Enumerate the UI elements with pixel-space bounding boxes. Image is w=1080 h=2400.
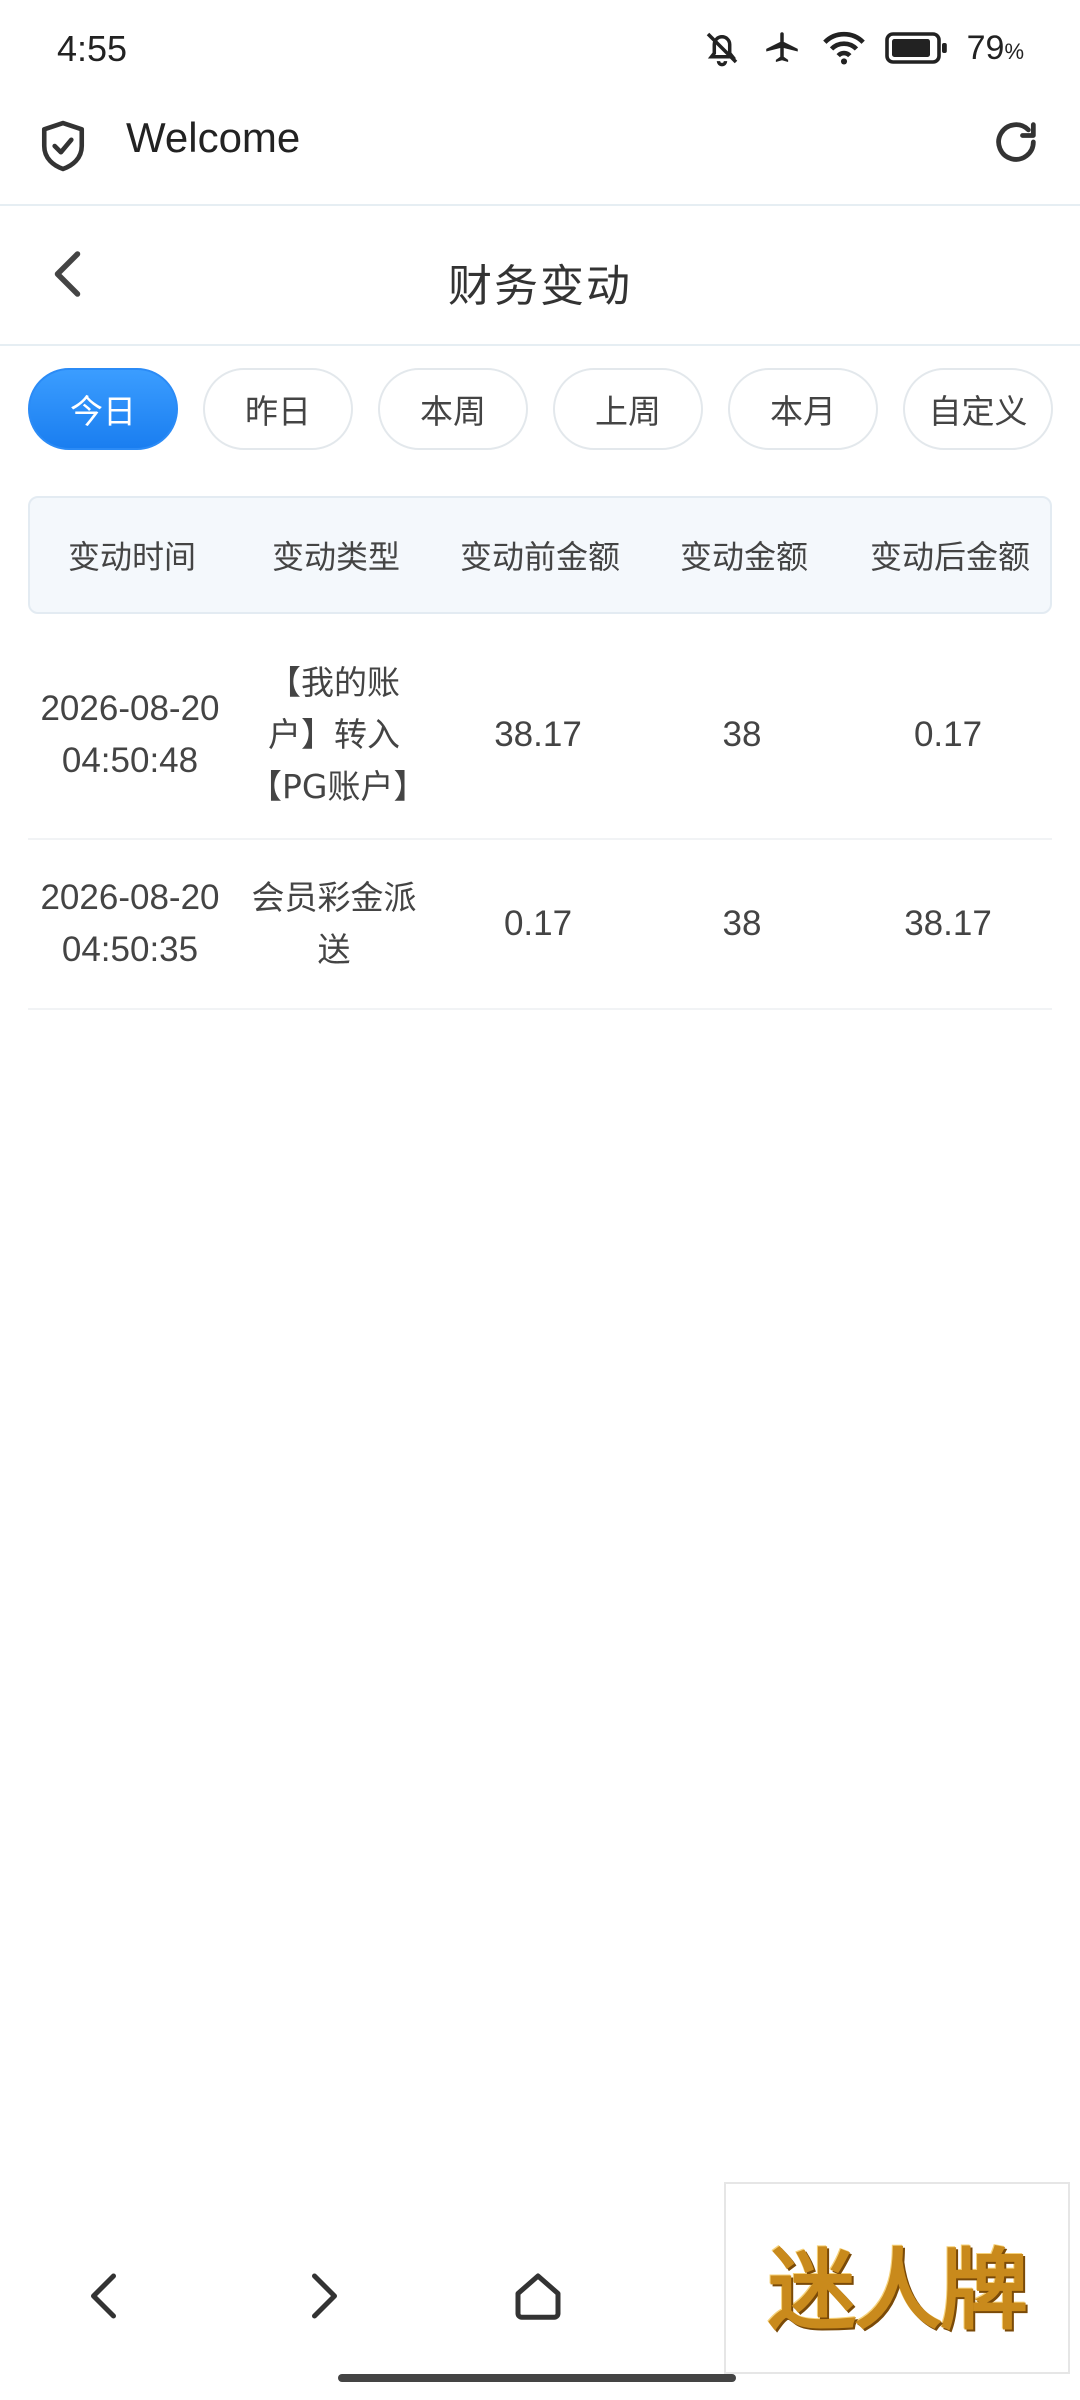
nav-forward-button[interactable] [292, 2266, 352, 2326]
column-header-type: 变动类型 [271, 538, 400, 576]
wifi-icon [821, 28, 867, 68]
mute-bell-icon [701, 27, 743, 69]
status-bar: 4:55 79% [0, 0, 1080, 100]
cell-before: 0.17 [503, 904, 573, 943]
cell-after: 38.17 [904, 904, 992, 943]
filter-this-month[interactable]: 本月 [728, 368, 878, 450]
column-header-time: 变动时间 [67, 538, 196, 576]
column-header-amount: 变动金额 [679, 538, 808, 576]
browser-bar: Welcome [0, 100, 1080, 204]
cell-before: 38.17 [494, 715, 582, 754]
cell-amount: 38 [722, 904, 762, 943]
airplane-icon [761, 27, 803, 69]
table-header: 变动时间 变动类型 变动前金额 变动金额 变动后金额 [28, 496, 1052, 614]
filter-custom[interactable]: 自定义 [903, 368, 1053, 450]
browser-title: Welcome [126, 114, 301, 161]
cell-time: 2026-08-20 04:50:35 [40, 878, 220, 969]
nav-back-button[interactable] [76, 2266, 136, 2326]
table-row[interactable]: 2026-08-20 04:50:48 【我的账户】转入【PG账户】 38.17 … [28, 632, 1052, 840]
page-header: 财务变动 [0, 204, 1080, 346]
table-row[interactable]: 2026-08-20 04:50:35 会员彩金派送 0.17 38 38.17 [28, 840, 1052, 1010]
date-filter-chips: 今日 昨日 本周 上周 本月 自定义 [28, 368, 1053, 452]
column-header-after: 变动后金额 [869, 538, 1030, 576]
cell-type: 【我的账户】转入【PG账户】 [249, 663, 427, 806]
home-icon [515, 2273, 561, 2320]
cell-after: 0.17 [913, 715, 983, 754]
filter-this-week[interactable]: 本周 [378, 368, 528, 450]
battery-percent: 79% [966, 28, 1024, 67]
chevron-right-icon [312, 2273, 337, 2319]
watermark-logo: 迷人牌 [724, 2182, 1070, 2374]
nav-home-button[interactable] [508, 2266, 568, 2326]
cell-amount: 38 [722, 715, 762, 754]
chevron-left-icon [91, 2273, 116, 2319]
column-header-before: 变动前金额 [459, 538, 620, 576]
page-title: 财务变动 [448, 261, 632, 312]
shield-check-icon [38, 118, 88, 178]
filter-yesterday[interactable]: 昨日 [203, 368, 353, 450]
filter-last-week[interactable]: 上周 [553, 368, 703, 450]
battery-icon [884, 31, 949, 65]
status-icons: 79% [701, 26, 1024, 70]
home-indicator[interactable] [338, 2374, 736, 2382]
watermark-text: 迷人牌 [767, 2238, 1028, 2342]
cell-type: 会员彩金派送 [251, 878, 417, 969]
status-time: 4:55 [57, 28, 128, 69]
refresh-icon[interactable] [990, 116, 1042, 172]
filter-today[interactable]: 今日 [28, 368, 178, 450]
cell-time: 2026-08-20 04:50:48 [40, 689, 220, 780]
